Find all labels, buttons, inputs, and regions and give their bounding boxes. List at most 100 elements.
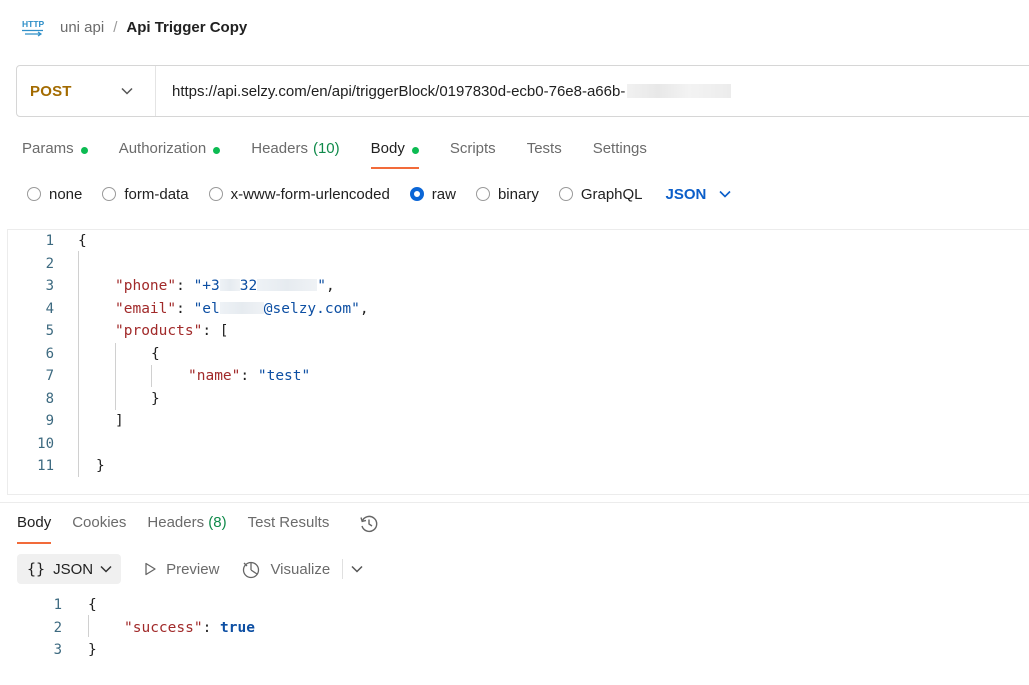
tab-tests[interactable]: Tests [527,138,562,170]
code-line: } [88,639,97,661]
json-brace: } [96,458,105,474]
tab-label: Scripts [449,140,496,157]
json-string: "+3 [193,278,220,294]
pane-divider[interactable] [0,502,1029,503]
radio-button-selected[interactable] [409,187,424,201]
tab-label: Body [17,514,52,531]
preview-button[interactable]: Preview [143,561,219,578]
tab-body[interactable]: Body [370,138,420,170]
url-input[interactable]: https://api.selzy.com/en/api/triggerBloc… [156,83,732,100]
indent-guide [151,365,152,387]
radio-label: none [49,185,83,203]
line-number: 10 [37,436,54,452]
line-number: 5 [45,323,54,339]
radio-button[interactable] [208,187,223,201]
tab-label: Cookies [72,514,127,531]
code-line: } [151,388,160,410]
indent-guide [115,343,116,410]
radio-x-www-form-urlencoded[interactable]: x-www-form-urlencoded [208,185,390,203]
json-string: "el [193,301,220,317]
chevron-down-icon [719,190,731,198]
method-select[interactable]: POST [17,66,156,116]
code-line: "email": "el @selzy.com", [115,301,369,317]
radio-button[interactable] [475,187,490,201]
response-tab-cookies[interactable]: Cookies [72,514,126,544]
code-line: { [88,594,97,616]
response-tab-headers[interactable]: Headers (8) [147,514,226,544]
radio-raw[interactable]: raw [409,186,456,203]
radio-graphql[interactable]: GraphQL [558,185,643,203]
json-string: 32 [239,278,258,294]
tab-scripts[interactable]: Scripts [450,138,496,170]
status-dot [80,147,88,154]
request-tabs: Params Authorization Headers (10) Body Sc… [22,138,678,170]
tab-label: Test Results [247,514,330,531]
radio-label: form-data [124,185,189,203]
json-key: "products" [115,323,203,339]
json-brace: } [88,642,97,658]
play-icon [145,562,156,576]
response-tab-test-results[interactable]: Test Results [248,514,330,544]
tab-label: Headers [147,514,205,531]
preview-label: Preview [166,560,220,578]
toolbar-divider [342,559,344,579]
visualize-button[interactable]: Visualize [241,559,330,579]
redacted-text [219,279,240,291]
response-format-select[interactable]: {} JSON [17,554,122,584]
json-brace: { [78,233,87,249]
json-brace: { [151,346,160,362]
radio-none[interactable]: none [27,186,82,203]
json-string: @selzy.com" [263,301,360,317]
code-line: ] [115,410,124,432]
svg-text:HTTP: HTTP [22,19,45,29]
radio-form-data[interactable]: form-data [102,185,189,203]
code-line: { [151,343,160,365]
json-key: "phone" [115,278,177,294]
code-line: { [78,230,87,252]
tab-authorization[interactable]: Authorization [119,138,221,170]
code-line: "phone": "+3 32 ", [115,278,335,294]
json-key: "success" [124,620,203,636]
json-string: "test" [257,368,311,384]
radio-button[interactable] [102,187,117,201]
line-number: 1 [53,597,62,613]
response-tab-body[interactable]: Body [17,514,52,544]
request-body-editor[interactable]: 1 2 3 4 5 6 7 8 9 10 11 { "phone": "+3 32… [7,229,1029,495]
radio-label: x-www-form-urlencoded [230,185,390,203]
breadcrumb-collection[interactable]: uni api [60,19,104,36]
body-language-select[interactable]: JSON [666,186,732,203]
method-label: POST [30,82,72,100]
line-number: 2 [45,256,54,272]
tab-label: Params [22,140,74,157]
code-line: "name": "test" [188,368,311,384]
braces-icon: {} [27,560,46,578]
radio-button[interactable] [27,187,41,201]
redacted-text [627,84,732,98]
request-title[interactable]: Api Trigger Copy [126,19,247,36]
status-dot [213,147,221,154]
visualize-label: Visualize [270,560,331,578]
line-number: 7 [45,368,54,384]
tab-count: (8) [208,514,227,531]
tab-label: Headers [251,140,308,157]
tab-headers[interactable]: Headers (10) [251,138,339,170]
breadcrumb-separator: / [113,18,118,36]
body-type-selector: none form-data x-www-form-urlencoded raw… [27,184,731,204]
code-line: "products": [ [115,323,229,339]
code-line: "success": true [124,620,255,636]
tab-settings[interactable]: Settings [593,138,647,170]
radio-binary[interactable]: binary [475,186,539,203]
line-number: 6 [45,346,54,362]
chevron-down-icon [100,565,112,573]
line-number: 9 [45,413,54,429]
history-icon[interactable] [358,513,380,535]
radio-label: GraphQL [580,185,643,203]
tab-label: Settings [592,140,647,157]
radio-button[interactable] [558,187,573,201]
tab-params[interactable]: Params [22,138,88,170]
chevron-down-icon[interactable] [351,565,363,573]
json-string: " [317,278,326,294]
redacted-text [257,279,318,291]
code-line: } [96,455,105,477]
line-number: 11 [37,458,54,474]
